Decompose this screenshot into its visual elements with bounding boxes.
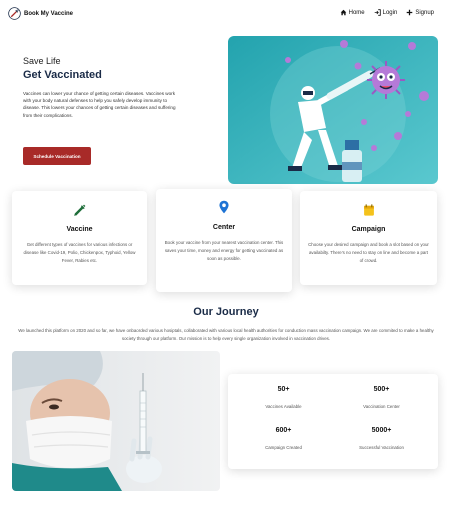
nav-login-link[interactable]: Login [374,9,398,16]
stats-panel: 50+ Vaccines Available 500+ Vaccination … [228,374,438,469]
journey-title: Our Journey [193,306,259,318]
center-card-text: Book your vaccine from your nearest vacc… [164,240,284,261]
hero-title: Get Vaccinated [23,69,102,81]
stat-value: 500+ [373,386,390,393]
nav-home-link[interactable]: Home [340,9,365,16]
location-pin-icon [219,200,229,214]
navbar: Book My Vaccine Home Login Signup [0,0,452,28]
brand[interactable]: Book My Vaccine [8,7,73,20]
stat-value: 50+ [277,386,290,393]
plus-icon [407,9,413,16]
home-icon [340,9,346,16]
vaccine-logo-icon [8,7,21,20]
stat-label: Vaccination Center [363,404,400,409]
brand-name: Book My Vaccine [24,10,74,17]
schedule-vaccination-button[interactable]: Schedule Vaccination [23,147,91,165]
nav-links: Home Login Signup [340,9,434,16]
hero-illustration [228,36,438,184]
campaign-card: Campaign Choose your desired campaign an… [300,191,437,285]
stat-value: 600+ [275,427,292,434]
nav-signup-label: Signup [415,9,434,16]
center-card: Center Book your vaccine from your neare… [156,189,292,292]
stat-label: Campaign Created [265,445,302,450]
stat-campaigns: 600+ Campaign Created [231,427,336,450]
nurse-photo [12,351,220,491]
vaccine-card: Vaccine Get different types of vaccines … [12,191,147,285]
hero-description: Vaccines can lower your chance of gettin… [23,91,176,118]
campaign-card-title: Campaign [351,226,386,233]
journey-description: We launched this platform on 2020 and so… [18,328,434,342]
stat-label: Successful Vaccination [359,445,404,450]
vaccine-card-title: Vaccine [66,226,93,233]
nav-signup-link[interactable]: Signup [406,9,434,16]
stat-label: Vaccines Available [265,404,302,409]
stat-successful: 5000+ Successful Vaccination [329,427,434,450]
nav-login-label: Login [382,9,398,16]
login-icon [374,9,381,16]
stat-vaccines: 50+ Vaccines Available [231,386,336,409]
calendar-icon [363,204,374,216]
syringe-icon [73,204,85,216]
hero-subtitle: Save Life [23,56,61,66]
vaccine-card-text: Get different types of vaccines for vari… [23,242,136,263]
stat-value: 5000+ [371,427,392,434]
campaign-card-text: Choose your desired campaign and book a … [308,242,429,263]
center-card-title: Center [212,224,236,231]
stat-centers: 500+ Vaccination Center [329,386,434,409]
nav-home-label: Home [348,9,365,16]
